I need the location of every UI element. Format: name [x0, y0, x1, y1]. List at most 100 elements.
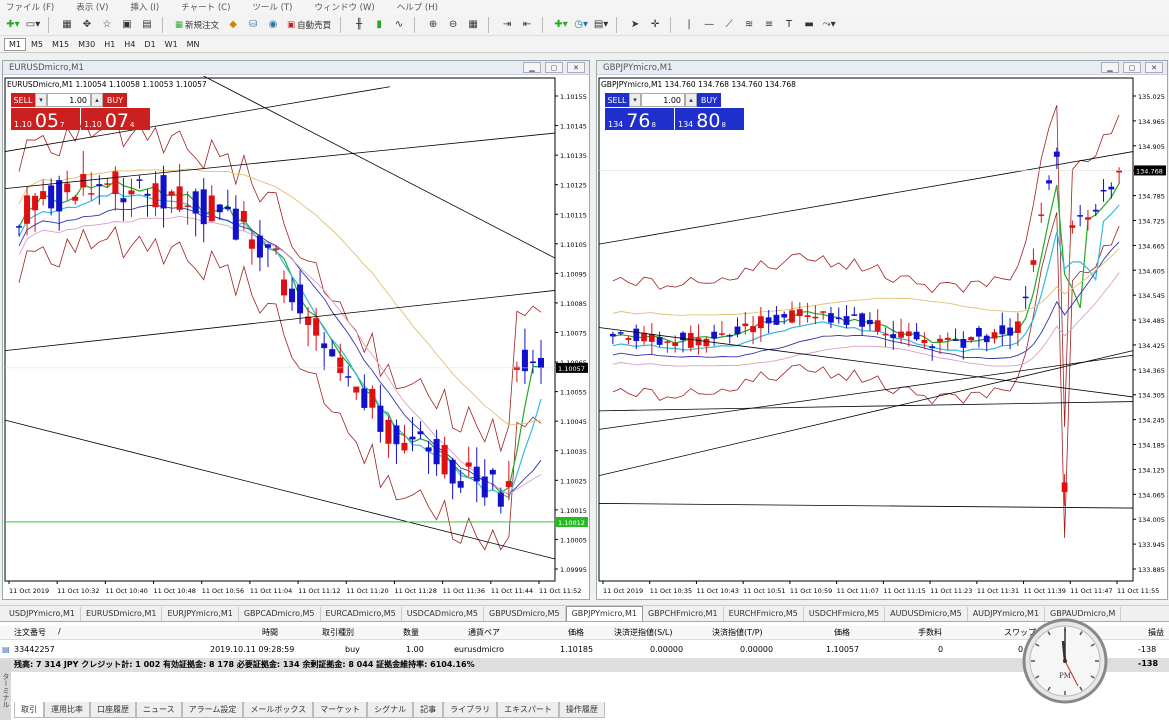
timeframe-h4[interactable]: H4 [120, 39, 139, 50]
zoom-out-icon[interactable]: ⊖ [444, 16, 462, 34]
terminal-tab[interactable]: 口座履歴 [90, 702, 136, 718]
tester-icon[interactable]: ▤ [138, 16, 156, 34]
menu-window[interactable]: ウィンドウ (W) [314, 1, 374, 13]
volume-up-icon[interactable]: ▴ [91, 93, 103, 107]
line-chart-icon[interactable]: ∿ [390, 16, 408, 34]
timeframe-m5[interactable]: M5 [27, 39, 47, 50]
vertical-line-icon[interactable]: | [680, 16, 698, 34]
timeframe-m30[interactable]: M30 [74, 39, 99, 50]
timeframe-m1[interactable]: M1 [4, 37, 26, 51]
fibonacci-icon[interactable]: ≡ [760, 16, 778, 34]
volume-input[interactable]: 1.00 [641, 93, 685, 107]
volume-up-icon[interactable]: ▴ [685, 93, 697, 107]
metaeditor-icon[interactable]: ◆ [224, 16, 242, 34]
minimize-button[interactable]: ▁ [1101, 62, 1119, 73]
chart-tab[interactable]: USDCHFmicro,M5 [804, 607, 886, 621]
chart-tab[interactable]: AUDUSDmicro,M5 [885, 607, 968, 621]
terminal-tab[interactable]: シグナル [367, 702, 414, 718]
templates-icon[interactable]: ▤▾ [592, 16, 610, 34]
terminal-tab[interactable]: ライブラリ [443, 702, 498, 718]
maximize-button[interactable]: ▢ [1123, 62, 1141, 73]
zoom-in-icon[interactable]: ⊕ [424, 16, 442, 34]
terminal-tab[interactable]: 記事 [413, 702, 444, 718]
chart-tab[interactable]: EURJPYmicro,M1 [162, 607, 239, 621]
col-price[interactable]: 価格 [568, 627, 584, 638]
menu-tools[interactable]: ツール (T) [252, 1, 292, 13]
tile-windows-icon[interactable]: ▦ [464, 16, 482, 34]
candlestick-icon[interactable]: ▮ [370, 16, 388, 34]
chart-tab[interactable]: EURUSDmicro,M1 [81, 607, 163, 621]
bar-chart-icon[interactable]: ╫ [350, 16, 368, 34]
horizontal-line-icon[interactable]: — [700, 16, 718, 34]
terminal-tab[interactable]: 操作履歴 [558, 702, 605, 718]
terminal-tab[interactable]: エキスパート [497, 702, 559, 718]
autoscroll-icon[interactable]: ⇥ [498, 16, 516, 34]
col-profit[interactable]: 損益 [1148, 627, 1164, 638]
close-button[interactable]: ✕ [1145, 62, 1163, 73]
col-type[interactable]: 取引種別 [322, 627, 354, 638]
new-chart-icon[interactable]: ✚▾ [4, 16, 22, 34]
sell-button[interactable]: SELL [11, 93, 35, 107]
volume-down-icon[interactable]: ▾ [35, 93, 47, 107]
chart-shift-icon[interactable]: ⇤ [518, 16, 536, 34]
terminal-tab[interactable]: 取引 [14, 702, 44, 718]
database-icon[interactable]: ⛁ [244, 16, 262, 34]
auto-trade-button[interactable]: ▣ 自動売買 [284, 16, 334, 34]
chart-tab[interactable]: GBPCADmicro,M5 [239, 607, 321, 621]
chart-tab[interactable]: EURCADmicro,M5 [321, 607, 402, 621]
menu-file[interactable]: ファイル (F) [6, 1, 54, 13]
terminal-tab[interactable]: 運用比率 [44, 702, 90, 718]
col-sl[interactable]: 決済逆指値(S/L) [614, 627, 672, 638]
text-icon[interactable]: T [780, 16, 798, 34]
chart-tab[interactable]: EURCHFmicro,M5 [724, 607, 804, 621]
sell-button[interactable]: SELL [605, 93, 629, 107]
col-current-price[interactable]: 価格 [834, 627, 850, 638]
timeframe-m15[interactable]: M15 [48, 39, 73, 50]
navigator-icon[interactable]: ☆ [98, 16, 116, 34]
table-row[interactable]: ▤ 33442257 2019.10.11 09:28:59 buy 1.00 … [0, 644, 1169, 658]
menu-help[interactable]: ヘルプ (H) [397, 1, 438, 13]
market-watch-icon[interactable]: ▦ [58, 16, 76, 34]
indicators-icon[interactable]: ✚▾ [552, 16, 570, 34]
timeframe-h1[interactable]: H1 [100, 39, 119, 50]
buy-price-button[interactable]: 1.10 07 4 [81, 108, 150, 132]
price-chart[interactable]: 135.025134.965134.905134.845134.785134.7… [597, 76, 1167, 599]
col-volume[interactable]: 数量 [403, 627, 419, 638]
terminal-icon[interactable]: ▣ [118, 16, 136, 34]
cursor-icon[interactable]: ➤ [626, 16, 644, 34]
chart-tab[interactable]: GBPUSDmicro,M5 [484, 607, 566, 621]
chart-window-title[interactable]: GBPJPYmicro,M1 ▁ ▢ ✕ [597, 61, 1167, 75]
timeframe-w1[interactable]: W1 [161, 39, 182, 50]
channel-icon[interactable]: ≋ [740, 16, 758, 34]
buy-button[interactable]: BUY [103, 93, 127, 107]
timeframe-mn[interactable]: MN [183, 39, 204, 50]
col-tp[interactable]: 決済指値(T/P) [712, 627, 763, 638]
terminal-tab[interactable]: アラーム設定 [181, 702, 244, 718]
data-window-icon[interactable]: ✥ [78, 16, 96, 34]
sell-price-button[interactable]: 134 76 8 [605, 108, 674, 132]
volume-input[interactable]: 1.00 [47, 93, 91, 107]
menu-insert[interactable]: 挿入 (I) [130, 1, 159, 13]
terminal-tab[interactable]: マーケット [313, 702, 368, 718]
col-commission[interactable]: 手数料 [918, 627, 942, 638]
chart-tab[interactable]: USDJPYmicro,M1 [4, 607, 81, 621]
col-ticket[interactable]: 注文番号 [14, 627, 46, 638]
maximize-button[interactable]: ▢ [545, 62, 563, 73]
buy-button[interactable]: BUY [697, 93, 721, 107]
market-icon[interactable]: ◉ [264, 16, 282, 34]
chart-tab[interactable]: GBPCHFmicro,M1 [643, 607, 724, 621]
timeframe-d1[interactable]: D1 [140, 39, 159, 50]
volume-down-icon[interactable]: ▾ [629, 93, 641, 107]
sell-price-button[interactable]: 1.10 05 7 [11, 108, 80, 132]
periodicity-icon[interactable]: ◷▾ [572, 16, 590, 34]
buy-price-button[interactable]: 134 80 8 [675, 108, 744, 132]
trendline-icon[interactable]: ⟋ [720, 16, 738, 34]
terminal-tab[interactable]: メールボックス [243, 702, 314, 718]
terminal-tab[interactable]: ニュース [136, 702, 182, 718]
col-symbol[interactable]: 通貨ペア [468, 627, 500, 638]
col-time[interactable]: 時間 [262, 627, 278, 638]
menu-chart[interactable]: チャート (C) [181, 1, 230, 13]
new-order-button[interactable]: ▦ 新規注文 [172, 16, 222, 34]
chart-window-title[interactable]: EURUSDmicro,M1 ▁ ▢ ✕ [3, 61, 589, 75]
price-chart[interactable]: 1.101551.101451.101351.101251.101151.101… [3, 76, 589, 599]
